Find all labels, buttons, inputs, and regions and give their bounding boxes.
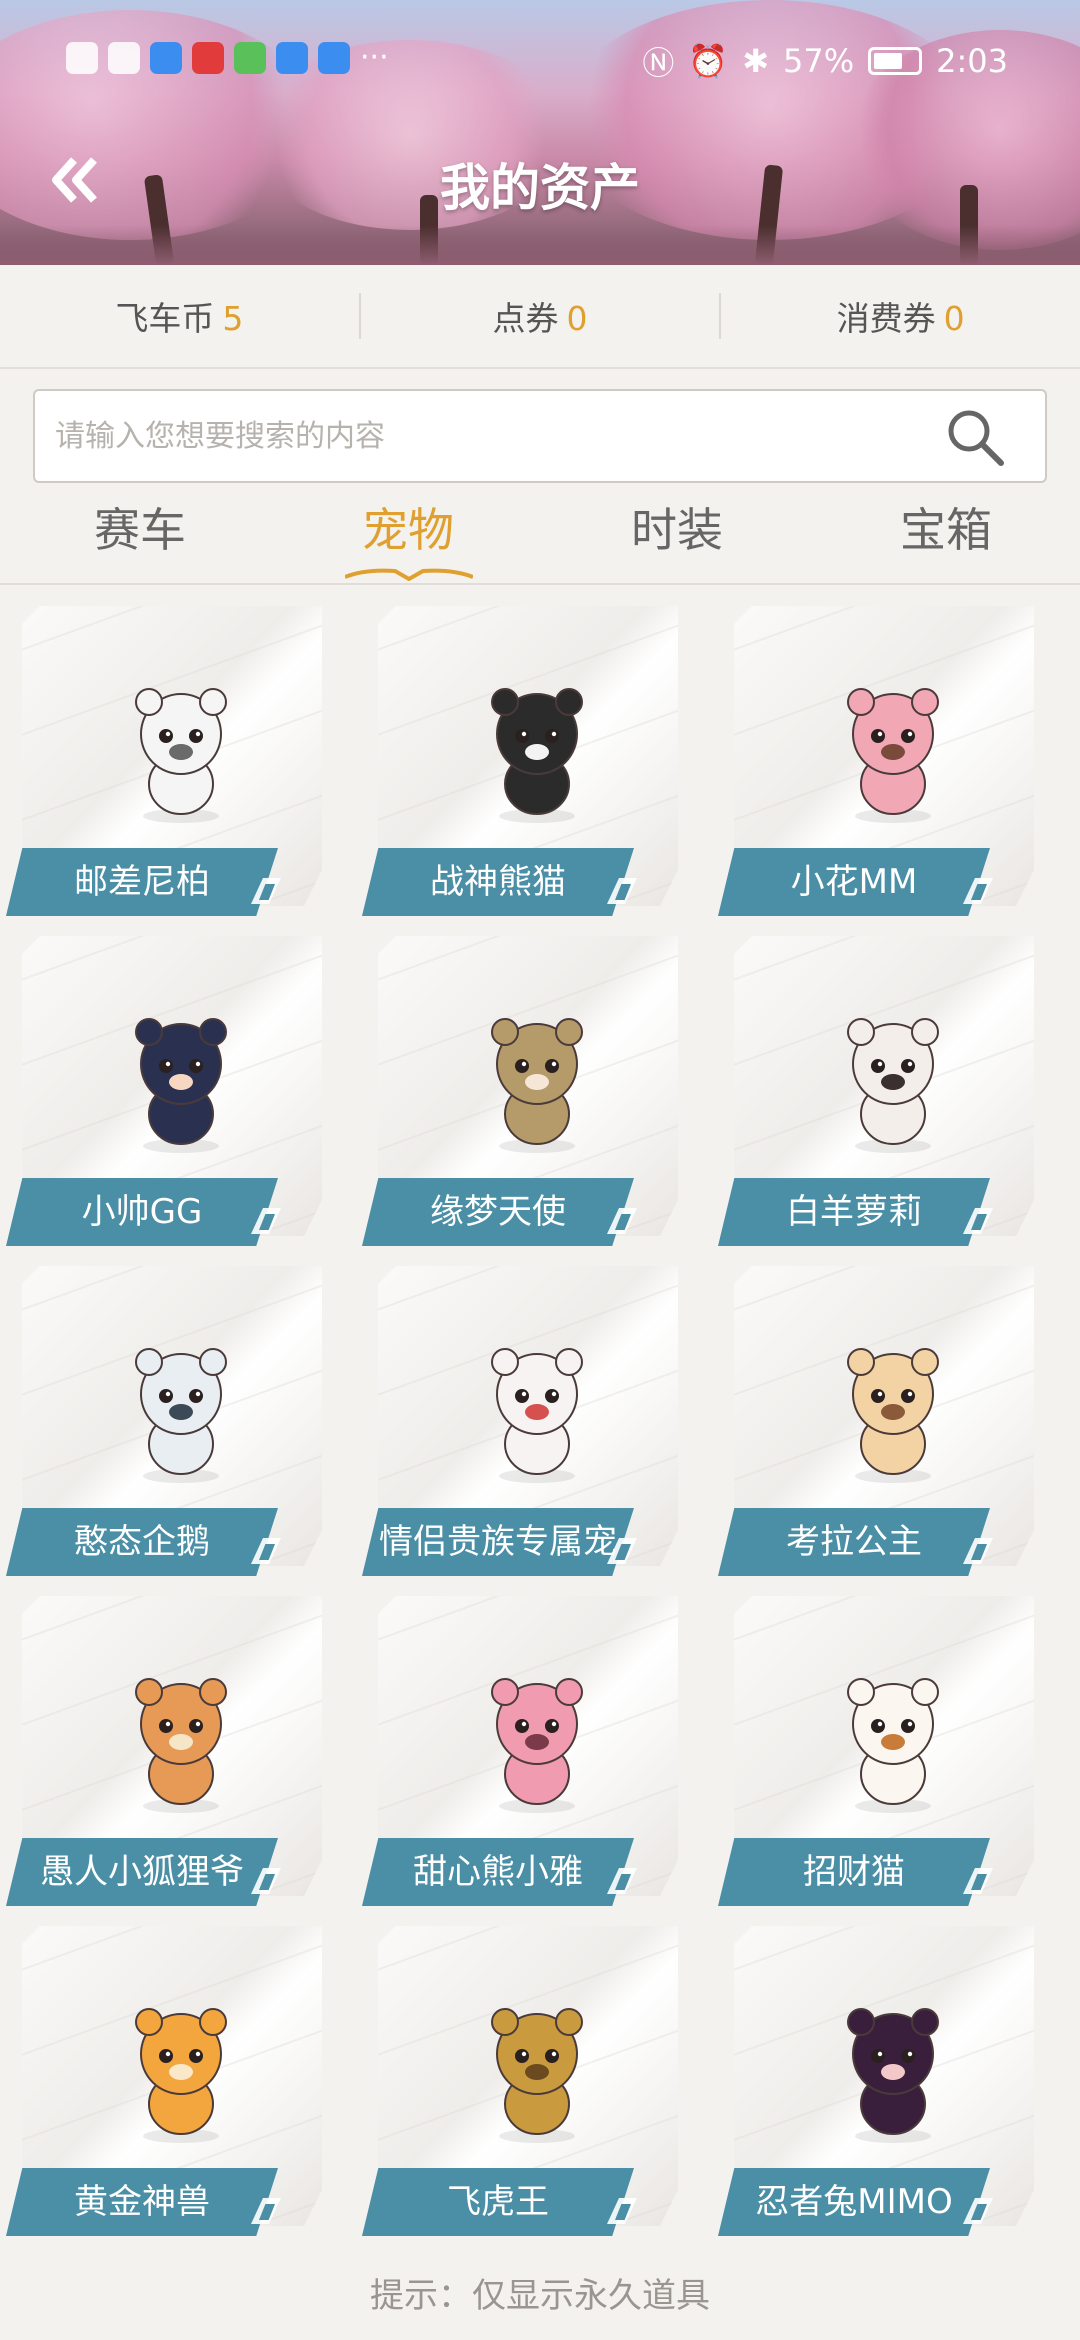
pet-card[interactable]: 情侣贵族专属宠 (362, 1266, 682, 1576)
pet-image (491, 1018, 583, 1153)
browser-icon (276, 41, 308, 74)
balance-coins: 飞车币 5 (0, 292, 359, 340)
battery-icon (868, 47, 923, 75)
pet-image (491, 688, 583, 823)
pet-name: 黄金神兽 (6, 2168, 278, 2236)
more-dots-icon: ··· (360, 40, 389, 75)
pet-name: 招财猫 (718, 1838, 990, 1906)
pet-image (491, 1678, 583, 1813)
pet-name: 甜心熊小雅 (362, 1838, 634, 1906)
balance-value: 0 (566, 299, 588, 338)
tab-cars[interactable]: 赛车 (20, 495, 260, 565)
alarm-icon: ⏰ (688, 42, 729, 80)
pet-name: 小花MM (718, 848, 990, 916)
balance-value: 0 (943, 299, 965, 338)
pet-name: 飞虎王 (362, 2168, 634, 2236)
ground-decoration (0, 225, 1080, 265)
pet-image (847, 2008, 939, 2143)
pet-name: 战神熊猫 (362, 848, 634, 916)
pet-name: 邮差尼柏 (6, 848, 278, 916)
app-cloud-icon (150, 41, 182, 74)
pet-card[interactable]: 招财猫 (718, 1596, 1038, 1906)
search-box (33, 389, 1047, 483)
category-tabs: 赛车 宠物 时装 宝箱 (0, 495, 1080, 585)
pet-card[interactable]: 邮差尼柏 (6, 606, 326, 916)
active-tab-indicator (345, 568, 473, 581)
pet-card[interactable]: 甜心熊小雅 (362, 1596, 682, 1906)
balance-label: 点券 (492, 299, 559, 338)
pet-image (847, 688, 939, 823)
battery-percent: 57% (783, 42, 855, 80)
tab-chests[interactable]: 宝箱 (826, 495, 1066, 565)
balance-bar: 飞车币 5 点券 0 消费券 0 (0, 265, 1080, 369)
pet-image (135, 688, 227, 823)
pet-card[interactable]: 愚人小狐狸爷 (6, 1596, 326, 1906)
pet-card[interactable]: 飞虎王 (362, 1926, 682, 2236)
pet-card[interactable]: 忍者兔MIMO (718, 1926, 1038, 2236)
header-banner: ··· Ⓝ ⏰ ✱ 57% 2:03 我的资产 (0, 0, 1080, 265)
balance-vouchers: 消费券 0 (721, 292, 1080, 340)
pet-image (135, 1678, 227, 1813)
pet-card[interactable]: 小帅GG (6, 936, 326, 1246)
wechat-icon (234, 41, 266, 74)
pet-card[interactable]: 憨态企鹅 (6, 1266, 326, 1576)
pet-image (135, 1018, 227, 1153)
status-bar: ··· Ⓝ ⏰ ✱ 57% 2:03 (0, 30, 1080, 90)
pet-name: 考拉公主 (718, 1508, 990, 1576)
signal-icon (108, 41, 140, 74)
pet-card[interactable]: 战神熊猫 (362, 606, 682, 916)
search-input[interactable] (55, 391, 935, 481)
hint-text: 提示：仅显示永久道具 (370, 2276, 710, 2316)
pet-card[interactable]: 小花MM (718, 606, 1038, 916)
pet-name: 情侣贵族专属宠 (362, 1508, 634, 1576)
pet-name: 愚人小狐狸爷 (6, 1838, 278, 1906)
balance-value: 5 (222, 299, 244, 338)
clock: 2:03 (936, 42, 1008, 80)
pet-name: 小帅GG (6, 1178, 278, 1246)
cloud-icon (318, 41, 350, 74)
status-right-icons: Ⓝ ⏰ ✱ 57% 2:03 (642, 38, 1008, 84)
tab-outfits[interactable]: 时装 (557, 495, 797, 565)
hd-icon (66, 41, 98, 74)
balance-label: 消费券 (836, 299, 936, 338)
balance-label: 飞车币 (115, 299, 215, 338)
pet-image (135, 2008, 227, 2143)
search-icon[interactable] (943, 405, 1007, 469)
pet-card[interactable]: 缘梦天使 (362, 936, 682, 1246)
pet-name: 忍者兔MIMO (718, 2168, 990, 2236)
pet-name: 憨态企鹅 (6, 1508, 278, 1576)
nfc-icon: Ⓝ (642, 44, 675, 82)
status-left-icons: ··· (66, 40, 389, 75)
pet-name: 缘梦天使 (362, 1178, 634, 1246)
pet-card[interactable]: 考拉公主 (718, 1266, 1038, 1576)
page-title: 我的资产 (440, 159, 640, 217)
pet-card[interactable]: 白羊萝莉 (718, 936, 1038, 1246)
pet-name: 白羊萝莉 (718, 1178, 990, 1246)
pet-image (847, 1678, 939, 1813)
pet-image (491, 2008, 583, 2143)
pet-card[interactable]: 黄金神兽 (6, 1926, 326, 2236)
pet-image (847, 1018, 939, 1153)
pet-image (491, 1348, 583, 1483)
tab-pets[interactable]: 宠物 (288, 495, 528, 565)
app-book-icon (192, 41, 224, 74)
pet-image (135, 1348, 227, 1483)
pet-image (847, 1348, 939, 1483)
bluetooth-icon: ✱ (742, 42, 770, 80)
balance-points: 点券 0 (361, 292, 720, 340)
